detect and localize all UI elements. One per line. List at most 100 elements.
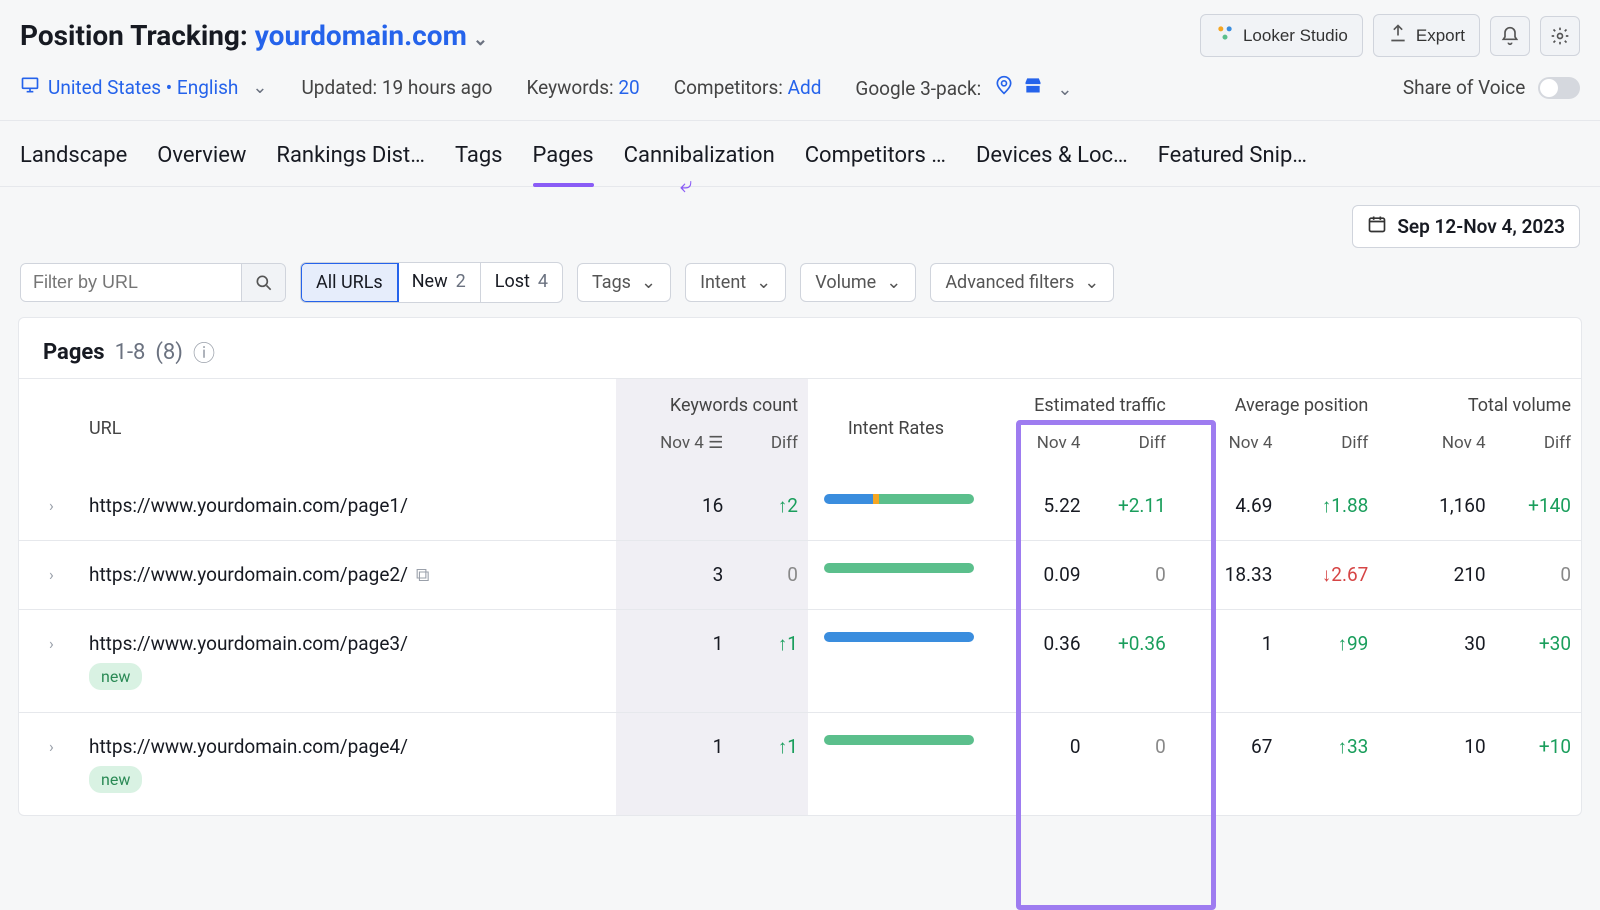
tab-featured-snip-[interactable]: Featured Snip… xyxy=(1158,143,1307,186)
cell-intent xyxy=(808,472,984,541)
title-prefix: Position Tracking: xyxy=(20,19,255,52)
cell-tv-diff: +10 xyxy=(1496,713,1581,816)
bell-icon[interactable] xyxy=(1490,16,1530,56)
tab-cannibalization[interactable]: Cannibalization xyxy=(624,143,775,186)
expand-icon[interactable]: › xyxy=(49,496,54,515)
domain-link[interactable]: yourdomain.com xyxy=(255,19,467,52)
looker-studio-button[interactable]: Looker Studio xyxy=(1200,14,1363,57)
competitors-add[interactable]: Competitors: Add xyxy=(674,76,822,99)
expand-icon[interactable]: › xyxy=(49,737,54,756)
intent-bar xyxy=(824,632,974,642)
intent-bar xyxy=(824,494,974,504)
info-icon[interactable]: ⓘ xyxy=(193,336,215,368)
card-heading: Pages 1-8 (8) ⓘ xyxy=(19,318,1581,378)
intent-filter[interactable]: Intent⌄ xyxy=(685,263,786,302)
subcol-kc-date[interactable]: Nov 4 ☰ xyxy=(616,427,733,472)
url-link[interactable]: https://www.yourdomain.com/page4/ xyxy=(89,735,408,758)
url-filter xyxy=(20,263,286,302)
tab-competitors-[interactable]: Competitors … xyxy=(805,143,946,186)
col-keywords-count[interactable]: Keywords count xyxy=(616,379,808,427)
seg-lost[interactable]: Lost4 xyxy=(481,263,562,302)
expand-icon[interactable]: › xyxy=(49,565,54,584)
search-icon[interactable] xyxy=(241,264,285,301)
locale-selector[interactable]: United States • English ⌄ xyxy=(20,75,267,100)
advanced-filters[interactable]: Advanced filters⌄ xyxy=(930,263,1114,302)
url-filter-input[interactable] xyxy=(21,264,241,301)
tags-filter[interactable]: Tags⌄ xyxy=(577,263,671,302)
seg-new[interactable]: New2 xyxy=(398,263,481,302)
cell-ap: 4.69 xyxy=(1176,472,1283,541)
url-link[interactable]: https://www.yourdomain.com/page3/ xyxy=(89,632,408,655)
google-3pack[interactable]: Google 3-pack: ⌄ xyxy=(855,75,1072,100)
gear-icon[interactable] xyxy=(1540,16,1580,56)
table-row: ›https://www.yourdomain.com/page1/16↑25.… xyxy=(19,472,1581,541)
keywords-count[interactable]: Keywords: 20 xyxy=(527,76,640,99)
cell-et: 0.36 xyxy=(984,610,1091,713)
tab-rankings-dist-[interactable]: Rankings Dist… xyxy=(276,143,425,186)
filters-row: All URLsNew2Lost4 Tags⌄ Intent⌄ Volume⌄ … xyxy=(0,262,1600,317)
top-bar: Position Tracking: yourdomain.com ⌄ Looke… xyxy=(0,0,1600,67)
chevron-down-icon: ⌄ xyxy=(756,272,771,293)
sort-icon: ☰ xyxy=(708,433,723,453)
cell-et-diff: 0 xyxy=(1091,541,1176,610)
subcol-tv-date[interactable]: Nov 4 xyxy=(1378,427,1495,472)
col-average-position[interactable]: Average position xyxy=(1176,379,1379,427)
col-url[interactable]: URL xyxy=(19,379,616,472)
cell-ap-diff: ↑1.88 xyxy=(1282,472,1378,541)
subcol-kc-diff[interactable]: Diff xyxy=(733,427,808,472)
page-title: Position Tracking: yourdomain.com ⌄ xyxy=(20,19,488,52)
cell-tv: 30 xyxy=(1378,610,1495,713)
col-estimated-traffic[interactable]: Estimated traffic xyxy=(984,379,1176,427)
external-link-icon[interactable]: ⧉ xyxy=(416,563,430,586)
cell-kc-diff: ↑2 xyxy=(733,472,808,541)
url-link[interactable]: https://www.yourdomain.com/page2/ xyxy=(89,563,408,586)
chevron-down-icon: ⌄ xyxy=(1084,272,1099,293)
cell-tv-diff: 0 xyxy=(1496,541,1581,610)
looker-icon xyxy=(1215,23,1235,48)
cell-ap: 1 xyxy=(1176,610,1283,713)
tab-pages[interactable]: Pages xyxy=(533,143,594,186)
cell-tv: 10 xyxy=(1378,713,1495,816)
chevron-down-icon[interactable]: ⌄ xyxy=(473,29,488,50)
subcol-et-date[interactable]: Nov 4 xyxy=(984,427,1091,472)
sub-bar: United States • English ⌄ Updated: 19 ho… xyxy=(0,67,1600,121)
subcol-ap-date[interactable]: Nov 4 xyxy=(1176,427,1283,472)
cell-et: 5.22 xyxy=(984,472,1091,541)
monitor-icon xyxy=(20,75,40,100)
col-total-volume[interactable]: Total volume xyxy=(1378,379,1581,427)
export-button[interactable]: Export xyxy=(1373,14,1480,57)
subcol-ap-diff[interactable]: Diff xyxy=(1282,427,1378,472)
cell-et-diff: +2.11 xyxy=(1091,472,1176,541)
cell-intent xyxy=(808,541,984,610)
cell-ap-diff: ↓2.67 xyxy=(1282,541,1378,610)
cell-tv-diff: +140 xyxy=(1496,472,1581,541)
table-row: ›https://www.yourdomain.com/page2/⧉300.0… xyxy=(19,541,1581,610)
toggle-share-of-voice[interactable] xyxy=(1538,77,1580,99)
subcol-et-diff[interactable]: Diff xyxy=(1091,427,1176,472)
cell-kc-diff: ↑1 xyxy=(733,713,808,816)
calendar-icon xyxy=(1367,214,1387,239)
table-row: ›https://www.yourdomain.com/page3/new1↑1… xyxy=(19,610,1581,713)
cell-ap-diff: ↑33 xyxy=(1282,713,1378,816)
squiggle-arrow-icon: ⤶ xyxy=(680,173,692,198)
pages-table: URL Keywords count Intent Rates Estimate… xyxy=(19,378,1581,815)
url-link[interactable]: https://www.yourdomain.com/page1/ xyxy=(89,494,408,517)
cell-ap: 18.33 xyxy=(1176,541,1283,610)
cell-tv-diff: +30 xyxy=(1496,610,1581,713)
col-intent-rates[interactable]: Intent Rates xyxy=(808,379,984,472)
chevron-down-icon: ⌄ xyxy=(641,272,656,293)
volume-filter[interactable]: Volume⌄ xyxy=(800,263,916,302)
date-range-picker[interactable]: Sep 12-Nov 4, 2023 xyxy=(1352,205,1580,248)
tabs: Landscape Overview Rankings Dist… Tags Pages… xyxy=(0,121,1600,187)
tab-overview[interactable]: Overview xyxy=(157,143,246,186)
cell-et: 0.09 xyxy=(984,541,1091,610)
tab-landscape[interactable]: Landscape xyxy=(20,143,127,186)
tab-tags[interactable]: Tags xyxy=(455,143,503,186)
subcol-tv-diff[interactable]: Diff xyxy=(1496,427,1581,472)
updated-label: Updated: 19 hours ago xyxy=(301,76,492,99)
table-row: ›https://www.yourdomain.com/page4/new1↑1… xyxy=(19,713,1581,816)
expand-icon[interactable]: › xyxy=(49,634,54,653)
chevron-down-icon: ⌄ xyxy=(1057,79,1072,100)
tab-devices-loc-[interactable]: Devices & Loc… xyxy=(976,143,1128,186)
seg-all-urls[interactable]: All URLs xyxy=(300,262,399,303)
